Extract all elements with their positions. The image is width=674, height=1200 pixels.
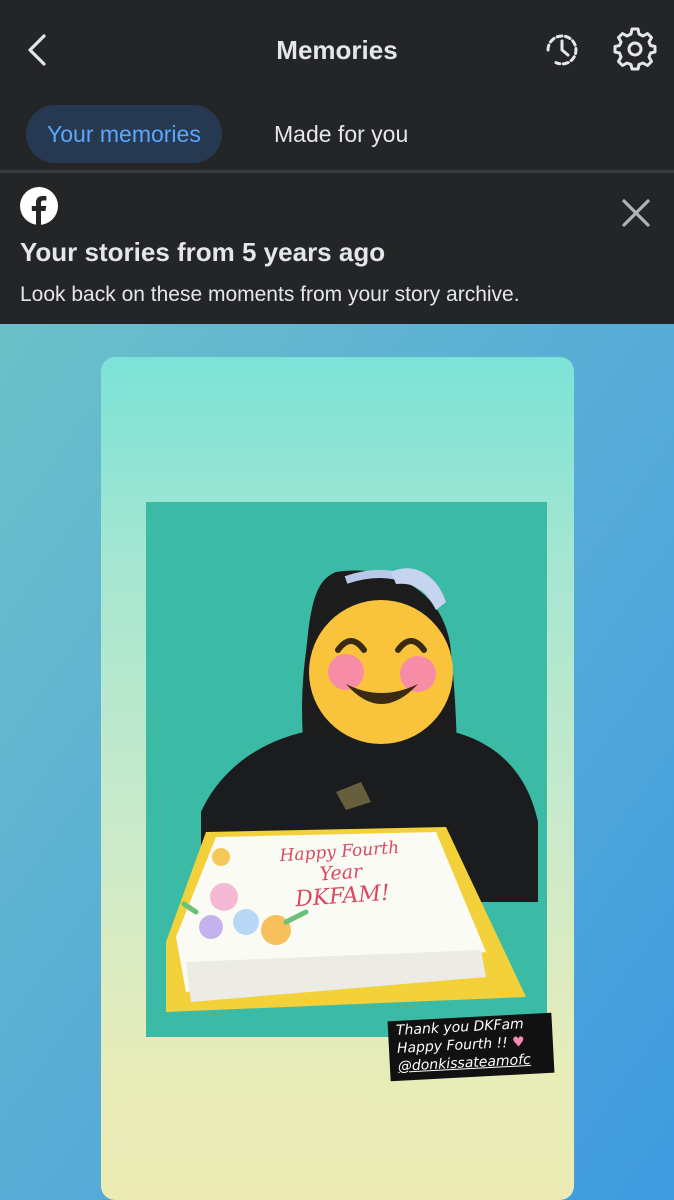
banner-title: Your stories from 5 years ago xyxy=(20,237,386,267)
settings-button[interactable] xyxy=(612,26,658,72)
back-button[interactable] xyxy=(22,30,58,70)
facebook-icon xyxy=(20,187,58,225)
story-card[interactable]: Happy Fourth Year DKFAM! Thank you DKFam… xyxy=(101,357,574,1200)
top-bar: Memories xyxy=(0,0,674,100)
caption-sticker: Thank you DKFam Happy Fourth !! ♥ @donki… xyxy=(387,1012,555,1082)
close-icon xyxy=(622,199,650,227)
memories-banner: Your stories from 5 years ago Look back … xyxy=(0,173,674,324)
tab-your-memories[interactable]: Your memories xyxy=(26,105,222,163)
history-icon xyxy=(546,34,578,66)
close-button[interactable] xyxy=(618,195,654,231)
cake-text: Happy Fourth Year DKFAM! xyxy=(254,836,428,915)
banner-subtitle: Look back on these moments from your sto… xyxy=(20,283,520,306)
settings-icon xyxy=(613,27,657,71)
heart-icon: ♥ xyxy=(511,1034,526,1051)
back-icon xyxy=(28,34,46,66)
tab-made-for-you[interactable]: Made for you xyxy=(253,105,429,163)
memories-content: Happy Fourth Year DKFAM! Thank you DKFam… xyxy=(0,324,674,1200)
history-button[interactable] xyxy=(540,28,584,72)
tab-bar: Your memories Made for you xyxy=(0,100,674,170)
story-photo: Happy Fourth Year DKFAM! xyxy=(146,502,547,1037)
emoji-icon xyxy=(309,600,453,744)
photo-illustration xyxy=(146,502,547,1037)
